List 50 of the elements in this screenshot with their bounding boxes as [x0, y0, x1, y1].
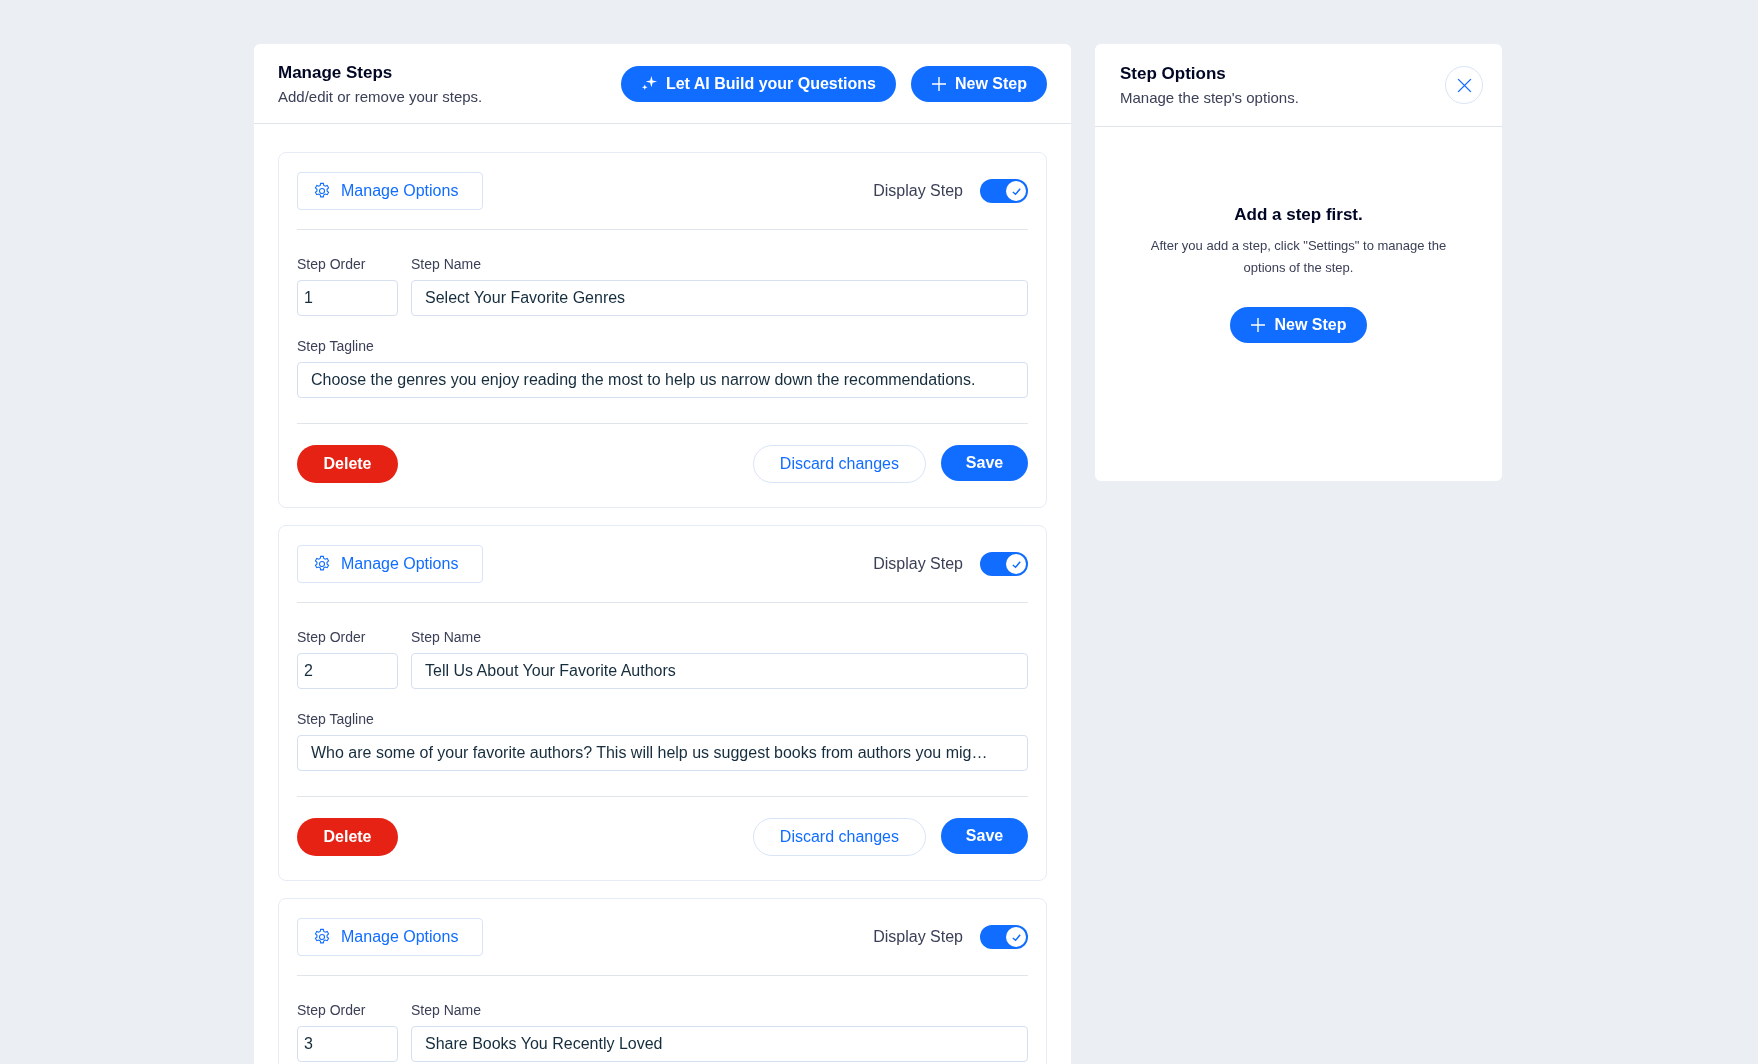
display-step-label: Display Step	[873, 555, 963, 573]
step-name-field[interactable]: Tell Us About Your Favorite Authors	[411, 653, 1028, 689]
display-toggle[interactable]	[980, 925, 1028, 949]
step-order-field[interactable]: 1	[297, 280, 398, 316]
close-icon	[1455, 76, 1473, 94]
new-step-button[interactable]: New Step	[1230, 307, 1367, 343]
field-label: Step Tagline	[297, 338, 375, 354]
panel-title: Manage Steps	[278, 62, 394, 83]
check-icon	[1010, 931, 1022, 943]
empty-state-title: Add a step first.	[1234, 205, 1363, 225]
delete-button[interactable]: Delete	[297, 818, 398, 856]
step-order-field[interactable]: 3	[297, 1026, 398, 1062]
panel-subtitle: Add/edit or remove your steps.	[278, 87, 483, 105]
new-step-button[interactable]: New Step	[911, 65, 1047, 102]
discard-changes-button[interactable]: Discard changes	[752, 445, 926, 483]
step-tagline-field[interactable]: Who are some of your favorite authors? This will help us suggest books from authors you mig…	[297, 735, 1028, 771]
field-label: Step Order	[297, 1002, 367, 1018]
plus-icon	[1250, 317, 1267, 333]
discard-changes-button[interactable]: Discard changes	[752, 818, 926, 856]
display-toggle[interactable]	[980, 179, 1028, 203]
manage-options-button[interactable]: Manage Options	[297, 918, 484, 956]
field-label: Step Order	[297, 256, 367, 272]
manage-options-button[interactable]: Manage Options	[297, 545, 484, 583]
save-button[interactable]: Save	[941, 818, 1028, 854]
step-order-field[interactable]: 2	[297, 653, 398, 689]
gear-icon	[313, 928, 331, 946]
delete-button[interactable]: Delete	[297, 445, 398, 483]
ai-build-button[interactable]: Let AI Build your Questions	[620, 65, 896, 102]
plus-icon	[931, 75, 947, 92]
field-label: Step Name	[411, 256, 483, 272]
step-name-field[interactable]: Select Your Favorite Genres	[411, 280, 1028, 316]
panel-title: Step Options	[1120, 64, 1227, 84]
save-button[interactable]: Save	[941, 445, 1028, 481]
field-label: Step Tagline	[297, 711, 375, 727]
check-icon	[1010, 558, 1022, 570]
display-step-label: Display Step	[873, 182, 963, 200]
sparkle-icon	[640, 75, 658, 92]
gear-icon	[313, 555, 331, 573]
panel-subtitle: Manage the step's options.	[1120, 89, 1299, 106]
field-label: Step Name	[411, 629, 483, 645]
step-name-field[interactable]: Share Books You Recently Loved	[411, 1026, 1028, 1062]
step-tagline-field[interactable]: Choose the genres you enjoy reading the most to help us narrow down the recommendations.	[297, 362, 1028, 398]
manage-options-button[interactable]: Manage Options	[297, 172, 484, 210]
check-icon	[1010, 185, 1022, 197]
field-label: Step Name	[411, 1002, 483, 1018]
field-label: Step Order	[297, 629, 367, 645]
display-step-label: Display Step	[873, 928, 963, 946]
display-toggle[interactable]	[980, 552, 1028, 576]
gear-icon	[313, 182, 331, 200]
empty-state-text: After you add a step, click "Settings" to manage the options of the step.	[1149, 237, 1448, 277]
